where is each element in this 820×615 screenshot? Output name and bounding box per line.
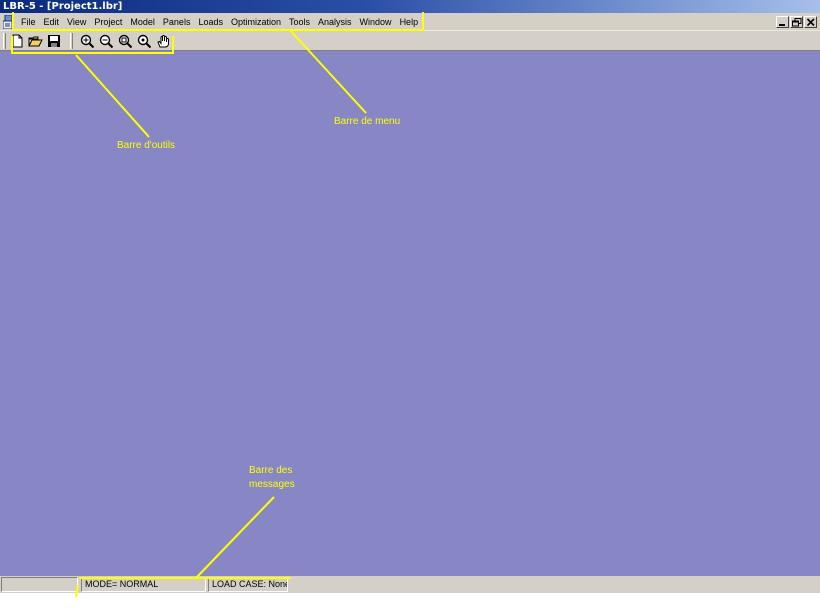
messages-label-line1: Barre des bbox=[249, 465, 293, 476]
minimize-icon bbox=[779, 24, 785, 26]
restore-button[interactable] bbox=[790, 16, 803, 28]
below-window-area bbox=[0, 593, 820, 615]
close-button[interactable] bbox=[804, 16, 817, 28]
statusbar-highlight bbox=[79, 577, 291, 581]
close-icon bbox=[806, 18, 815, 27]
window-title: LBR-5 - [Project1.lbr] bbox=[3, 1, 123, 12]
mdi-workspace[interactable] bbox=[0, 51, 820, 576]
toolbar-grip[interactable] bbox=[3, 33, 6, 49]
minimize-button[interactable] bbox=[776, 16, 789, 28]
mdi-window-buttons bbox=[776, 16, 817, 28]
menu-bar-label: Barre de menu bbox=[334, 116, 401, 127]
toolbar-label: Barre d'outils bbox=[117, 140, 176, 151]
menu-bar-highlight bbox=[12, 12, 424, 31]
toolbar-highlight bbox=[11, 36, 174, 54]
restore-icon bbox=[792, 18, 802, 27]
messages-label-line2: messages bbox=[249, 479, 295, 490]
status-panel-empty bbox=[1, 577, 78, 592]
